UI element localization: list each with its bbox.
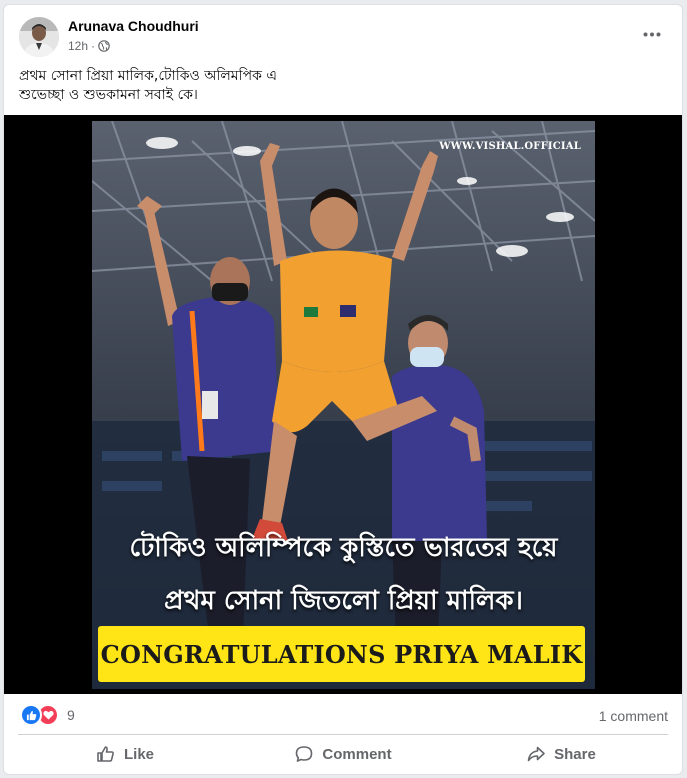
post-card: Arunava Choudhuri 12h · প্রথম সোনা প্রিয… (3, 4, 683, 775)
comment-label: Comment (322, 745, 392, 763)
more-options-button[interactable] (638, 23, 666, 45)
like-icon (97, 746, 114, 762)
post-caption: প্রথম সোনা প্রিয়া মালিক,টোকিও অলিমপিক এ… (19, 67, 669, 105)
watermark-text: WWW.VISHAL.OFFICIAL (439, 141, 581, 152)
share-label: Share (554, 745, 596, 763)
comments-count[interactable]: 1 comment (599, 708, 668, 724)
overlay-headline-1: টোকিও অলিম্পিকে কুস্তিতে ভারতের হয়ে (129, 533, 558, 563)
reaction-summary[interactable]: 9 (20, 704, 75, 726)
post-photo[interactable]: WWW.VISHAL.OFFICIAL টোকিও অলিম্পিকে কুস্… (4, 115, 682, 694)
like-button[interactable]: Like (16, 737, 234, 771)
reaction-count: 9 (67, 707, 75, 723)
comment-icon (296, 746, 313, 762)
avatar[interactable] (19, 17, 59, 57)
like-label: Like (123, 745, 154, 763)
like-reaction-icon (20, 704, 42, 726)
meta-separator: · (91, 39, 96, 53)
post-meta: 12h · (68, 39, 110, 53)
avatar-image (19, 17, 59, 57)
post-time[interactable]: 12h (68, 39, 88, 53)
author-name[interactable]: Arunava Choudhuri (68, 18, 199, 34)
share-icon (527, 746, 545, 762)
more-options-icon (643, 32, 661, 36)
overlay-headline-2: প্রথম সোনা জিতলো প্রিয়া মালিক। (164, 586, 523, 616)
globe-icon (98, 40, 110, 52)
post-actions: Like Comment Share (16, 737, 670, 771)
share-button[interactable]: Share (452, 737, 670, 771)
caption-line-1: প্রথম সোনা প্রিয়া মালিক,টোকিও অলিমপিক এ (19, 68, 277, 84)
post-stats: 9 1 comment (4, 694, 682, 734)
actions-divider (18, 734, 668, 735)
banner-text: CONGRATULATIONS PRIYA MALIK (100, 639, 583, 669)
comment-button[interactable]: Comment (234, 737, 452, 771)
congratulations-banner: CONGRATULATIONS PRIYA MALIK (98, 626, 585, 682)
post-header: Arunava Choudhuri 12h · (4, 5, 682, 65)
caption-line-2: শুভেচ্ছা ও শুভকামনা সবাই কে। (19, 87, 198, 103)
poster-image: WWW.VISHAL.OFFICIAL টোকিও অলিম্পিকে কুস্… (92, 121, 595, 689)
